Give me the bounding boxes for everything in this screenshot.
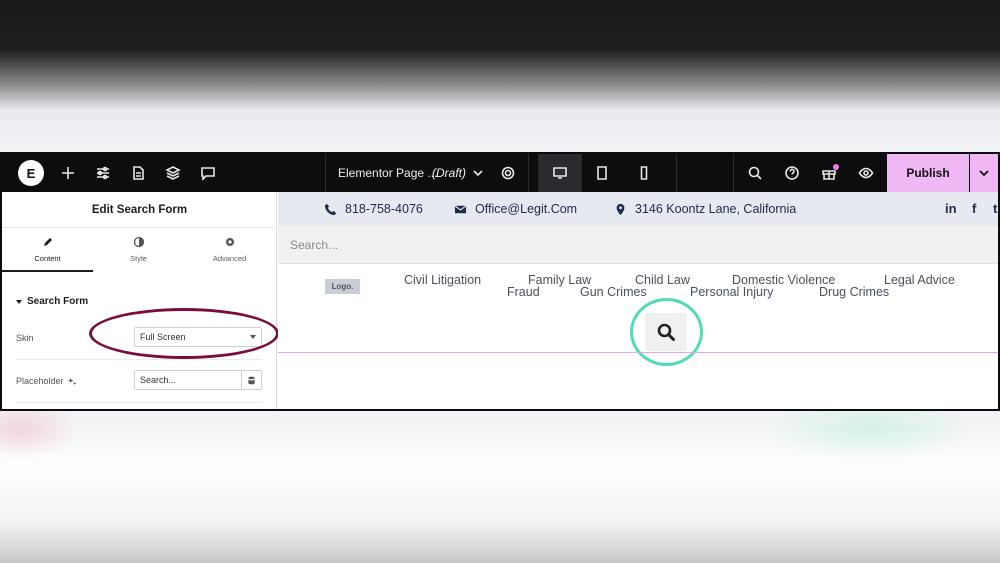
nav-item-fraud[interactable]: Fraud bbox=[507, 285, 540, 299]
desktop-icon[interactable] bbox=[551, 164, 569, 182]
chevron-down-icon[interactable] bbox=[469, 164, 487, 182]
tab-content[interactable]: Content bbox=[2, 228, 93, 272]
phone-item[interactable]: 818-758-4076 bbox=[324, 202, 423, 216]
search-placeholder: Search... bbox=[290, 238, 339, 252]
section-boundary bbox=[278, 352, 998, 353]
placeholder-label: Placeholder bbox=[16, 376, 77, 386]
chevron-down-icon bbox=[979, 170, 989, 177]
twitter-icon[interactable]: t bbox=[993, 201, 997, 216]
page-status: (Draft) bbox=[432, 166, 466, 180]
separator bbox=[528, 154, 529, 192]
eye-icon[interactable] bbox=[857, 164, 875, 182]
nav-item-gun-crimes[interactable]: Gun Crimes bbox=[580, 285, 647, 299]
dynamic-tags-button[interactable] bbox=[241, 370, 262, 390]
help-icon[interactable] bbox=[783, 164, 801, 182]
half-circle-icon bbox=[93, 236, 184, 248]
divider bbox=[16, 359, 262, 360]
elementor-logo[interactable]: E bbox=[18, 160, 44, 186]
address-item[interactable]: 3146 Koontz Lane, California bbox=[614, 202, 796, 216]
placeholder-input[interactable]: Search... bbox=[134, 370, 242, 390]
map-pin-icon bbox=[616, 203, 625, 215]
database-icon bbox=[248, 376, 255, 384]
panel-title: Edit Search Form bbox=[2, 192, 277, 228]
separator bbox=[733, 154, 734, 192]
site-logo[interactable]: Logo. bbox=[325, 279, 360, 294]
envelope-icon bbox=[454, 204, 467, 213]
preview-canvas: 818-758-4076 Office@Legit.Com 3146 Koont… bbox=[278, 192, 998, 409]
gear-icon bbox=[184, 236, 275, 248]
tablet-icon[interactable] bbox=[593, 164, 611, 182]
plus-icon[interactable] bbox=[59, 164, 77, 182]
contact-bar: 818-758-4076 Office@Legit.Com 3146 Koont… bbox=[278, 192, 998, 226]
nav-item-legal-advice[interactable]: Legal Advice bbox=[884, 273, 955, 287]
editor-topbar: E Elementor Page ... (Draft) Publish bbox=[2, 154, 998, 192]
fullscreen-search-bar[interactable]: Search... bbox=[278, 226, 998, 264]
ai-sparkle-icon[interactable] bbox=[67, 377, 77, 386]
mobile-icon[interactable] bbox=[635, 164, 653, 182]
nav-item-civil-litigation[interactable]: Civil Litigation bbox=[404, 273, 481, 287]
screenshot-frame: E Elementor Page ... (Draft) Publish Edi… bbox=[0, 152, 1000, 411]
search-icon[interactable] bbox=[746, 164, 764, 182]
email-item[interactable]: Office@Legit.Com bbox=[454, 202, 577, 216]
publish-options-button[interactable] bbox=[970, 154, 998, 192]
pencil-icon bbox=[2, 236, 93, 248]
divider bbox=[16, 402, 262, 403]
section-toggle[interactable]: Search Form bbox=[16, 296, 88, 307]
layers-icon[interactable] bbox=[164, 164, 182, 182]
highlight-ellipse bbox=[89, 308, 279, 359]
comment-icon[interactable] bbox=[199, 164, 217, 182]
notification-dot bbox=[833, 164, 839, 170]
nav-item-personal-injury[interactable]: Personal Injury bbox=[690, 285, 773, 299]
gear-icon[interactable] bbox=[499, 164, 517, 182]
caret-down-icon bbox=[16, 299, 22, 304]
nav-item-drug-crimes[interactable]: Drug Crimes bbox=[819, 285, 889, 299]
editor-panel: Edit Search Form Content Style Advanced … bbox=[2, 192, 279, 409]
page-title[interactable]: Elementor Page ... bbox=[338, 166, 437, 180]
facebook-icon[interactable]: f bbox=[972, 201, 976, 216]
highlight-circle bbox=[630, 298, 703, 366]
tab-label: Advanced bbox=[212, 254, 247, 263]
skin-label: Skin bbox=[16, 333, 34, 343]
publish-button[interactable]: Publish bbox=[887, 154, 969, 192]
tab-label: Content bbox=[34, 254, 61, 263]
separator bbox=[676, 154, 677, 192]
tab-advanced[interactable]: Advanced bbox=[184, 228, 275, 272]
separator bbox=[325, 154, 326, 192]
section-title: Search Form bbox=[27, 296, 89, 307]
linkedin-icon[interactable]: in bbox=[945, 201, 957, 216]
sliders-icon[interactable] bbox=[94, 164, 112, 182]
page-icon[interactable] bbox=[129, 164, 147, 182]
tab-label: Style bbox=[130, 254, 147, 263]
phone-icon bbox=[324, 203, 337, 215]
tab-style[interactable]: Style bbox=[93, 228, 184, 272]
